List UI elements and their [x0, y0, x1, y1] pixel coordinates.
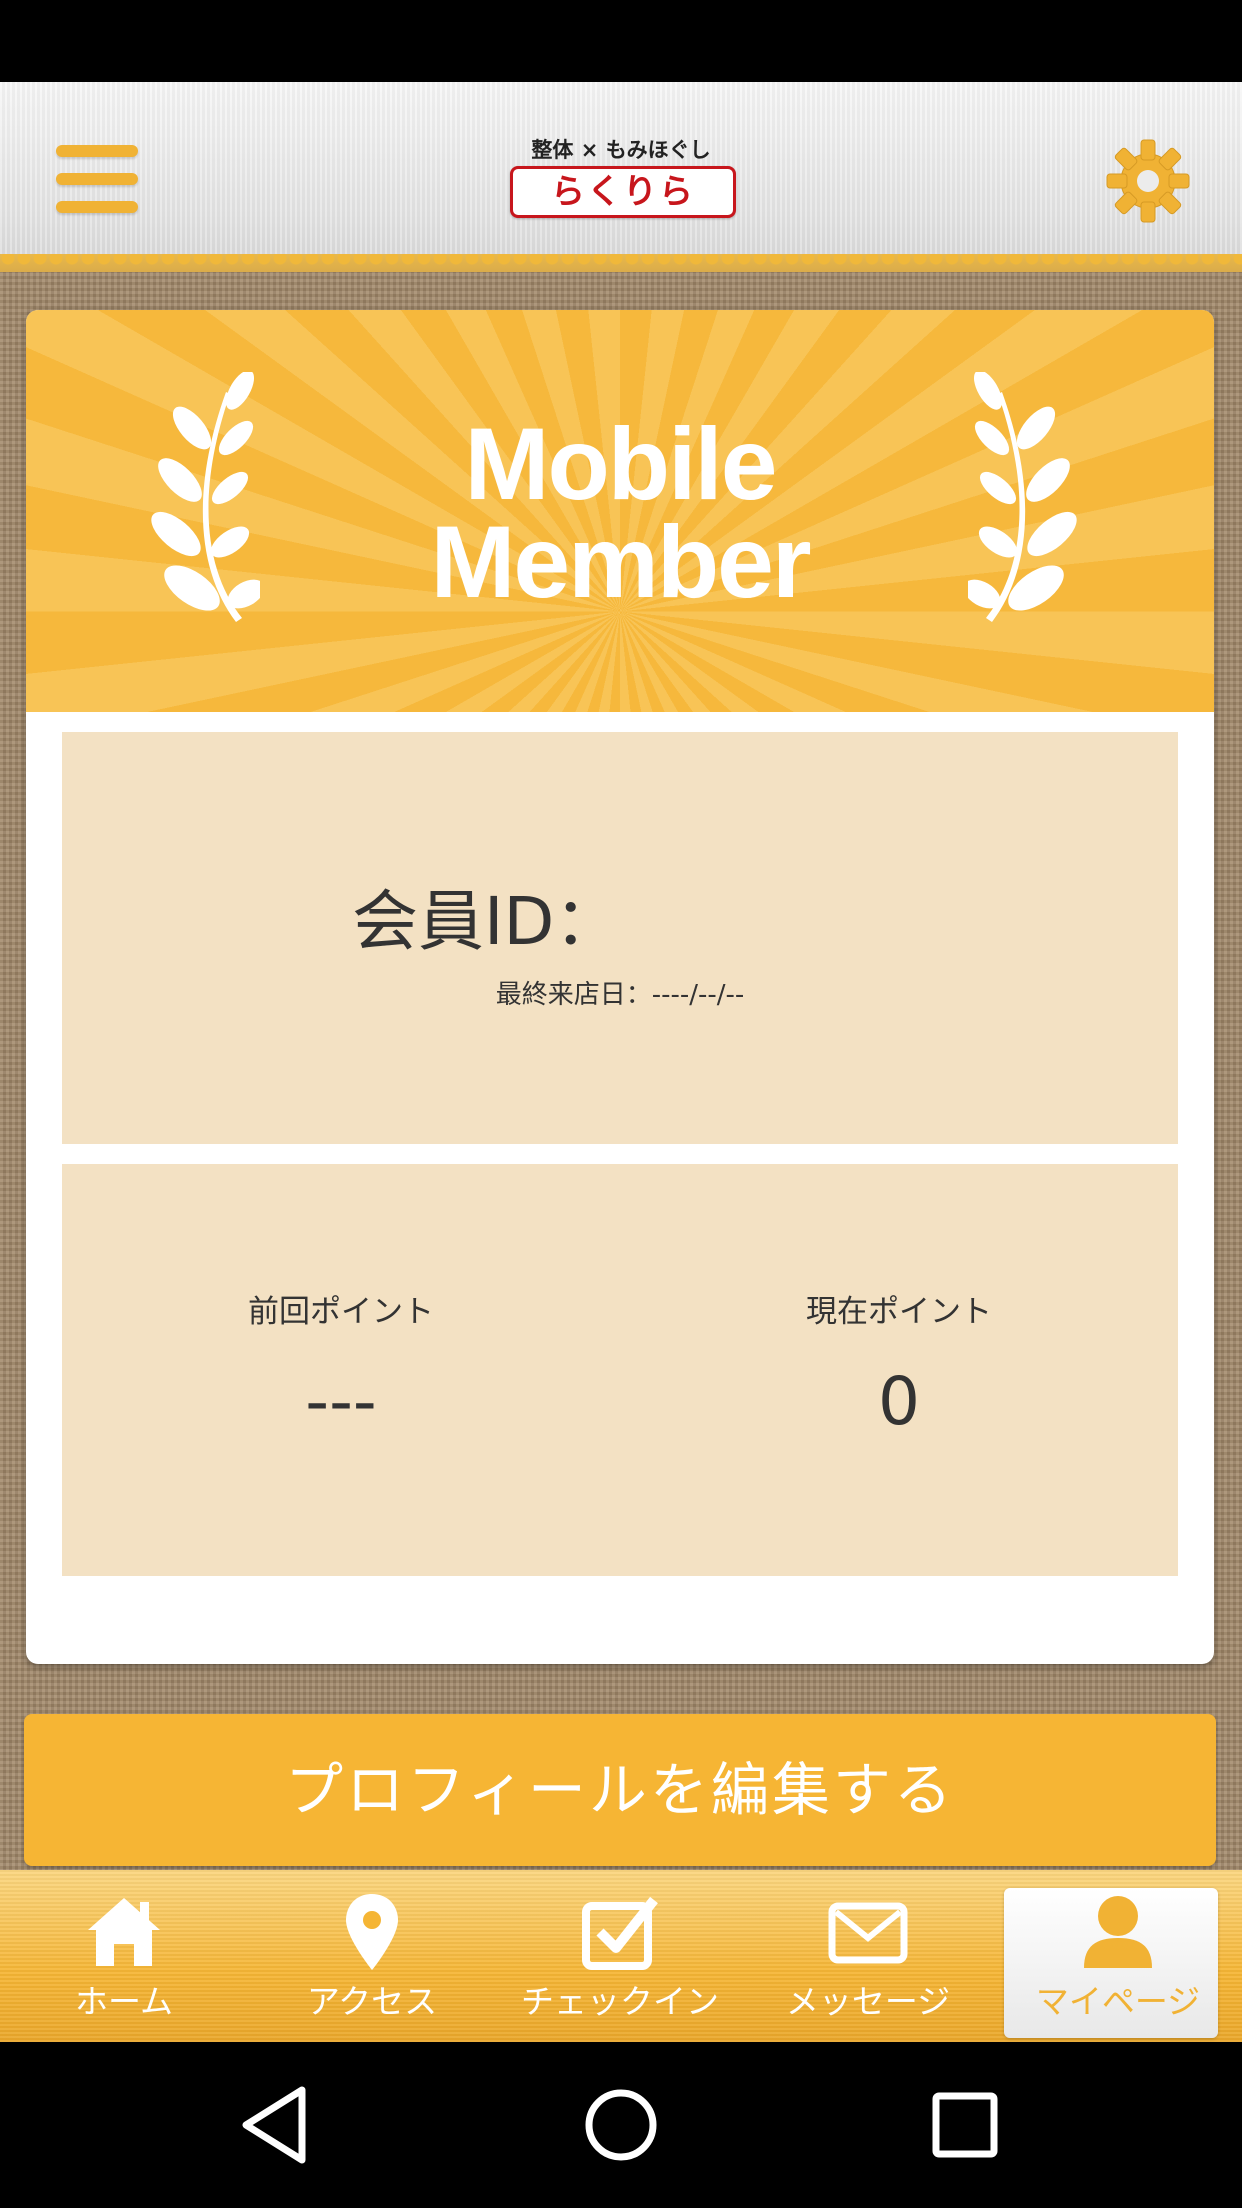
logo-badge: らくりら	[510, 166, 736, 218]
checkbox-icon	[582, 1896, 658, 1970]
tab-access-label: アクセス	[306, 1982, 438, 2021]
tab-home[interactable]: ホーム	[0, 1870, 248, 2042]
logo-tagline: 整体 × もみほぐし	[531, 138, 711, 162]
person-icon	[1084, 1896, 1152, 1968]
home-icon	[88, 1898, 160, 1966]
home-circle-icon[interactable]	[576, 2080, 666, 2170]
edit-profile-label: プロフィールを編集する	[285, 1756, 955, 1824]
current-points-value: 0	[878, 1363, 920, 1440]
tab-home-label: ホーム	[74, 1982, 173, 2021]
recents-square-icon[interactable]	[920, 2080, 1010, 2170]
previous-points: 前回ポイント ---	[62, 1164, 620, 1576]
tab-message[interactable]: メッセージ	[744, 1870, 992, 2042]
back-triangle-icon[interactable]	[232, 2080, 322, 2170]
status-bar	[0, 0, 1242, 82]
previous-points-value: ---	[305, 1363, 377, 1440]
gear-icon	[1106, 139, 1190, 223]
system-nav-bar	[0, 2042, 1242, 2208]
tab-checkin-label: チェックイン	[521, 1982, 719, 2021]
member-card: Mobile Member 会員ID： 最終来店日：----/--/-- 前回ポ…	[26, 310, 1214, 1664]
edit-profile-button[interactable]: プロフィールを編集する	[24, 1714, 1216, 1866]
bottom-tab-bar: ホーム アクセス チェックイン メッセージ マイページ	[0, 1870, 1242, 2042]
menu-button[interactable]	[56, 145, 138, 215]
tab-message-label: メッセージ	[785, 1982, 951, 2021]
tab-access[interactable]: アクセス	[248, 1870, 496, 2042]
previous-points-label: 前回ポイント	[248, 1294, 434, 1330]
map-pin-icon	[346, 1894, 398, 1970]
app-logo: 整体 × もみほぐし らくりら	[506, 136, 736, 218]
points-panel: 前回ポイント --- 現在ポイント 0	[62, 1164, 1178, 1576]
settings-button[interactable]	[1105, 138, 1191, 224]
member-banner: Mobile Member	[26, 310, 1214, 712]
hamburger-icon	[56, 145, 138, 157]
tab-checkin[interactable]: チェックイン	[496, 1870, 744, 2042]
member-id-label: 会員ID：	[352, 883, 621, 960]
laurel-right-icon	[968, 372, 1077, 622]
last-visit-date: 最終来店日：----/--/--	[495, 980, 745, 1010]
current-points-label: 現在ポイント	[806, 1294, 992, 1330]
current-points: 現在ポイント 0	[620, 1164, 1178, 1576]
logo-name: らくりら	[551, 172, 695, 212]
member-id-panel: 会員ID： 最終来店日：----/--/--	[62, 732, 1178, 1144]
envelope-icon	[828, 1902, 908, 1964]
tab-mypage-label: マイページ	[1035, 1982, 1201, 2021]
tab-mypage[interactable]: マイページ	[994, 1870, 1242, 2042]
